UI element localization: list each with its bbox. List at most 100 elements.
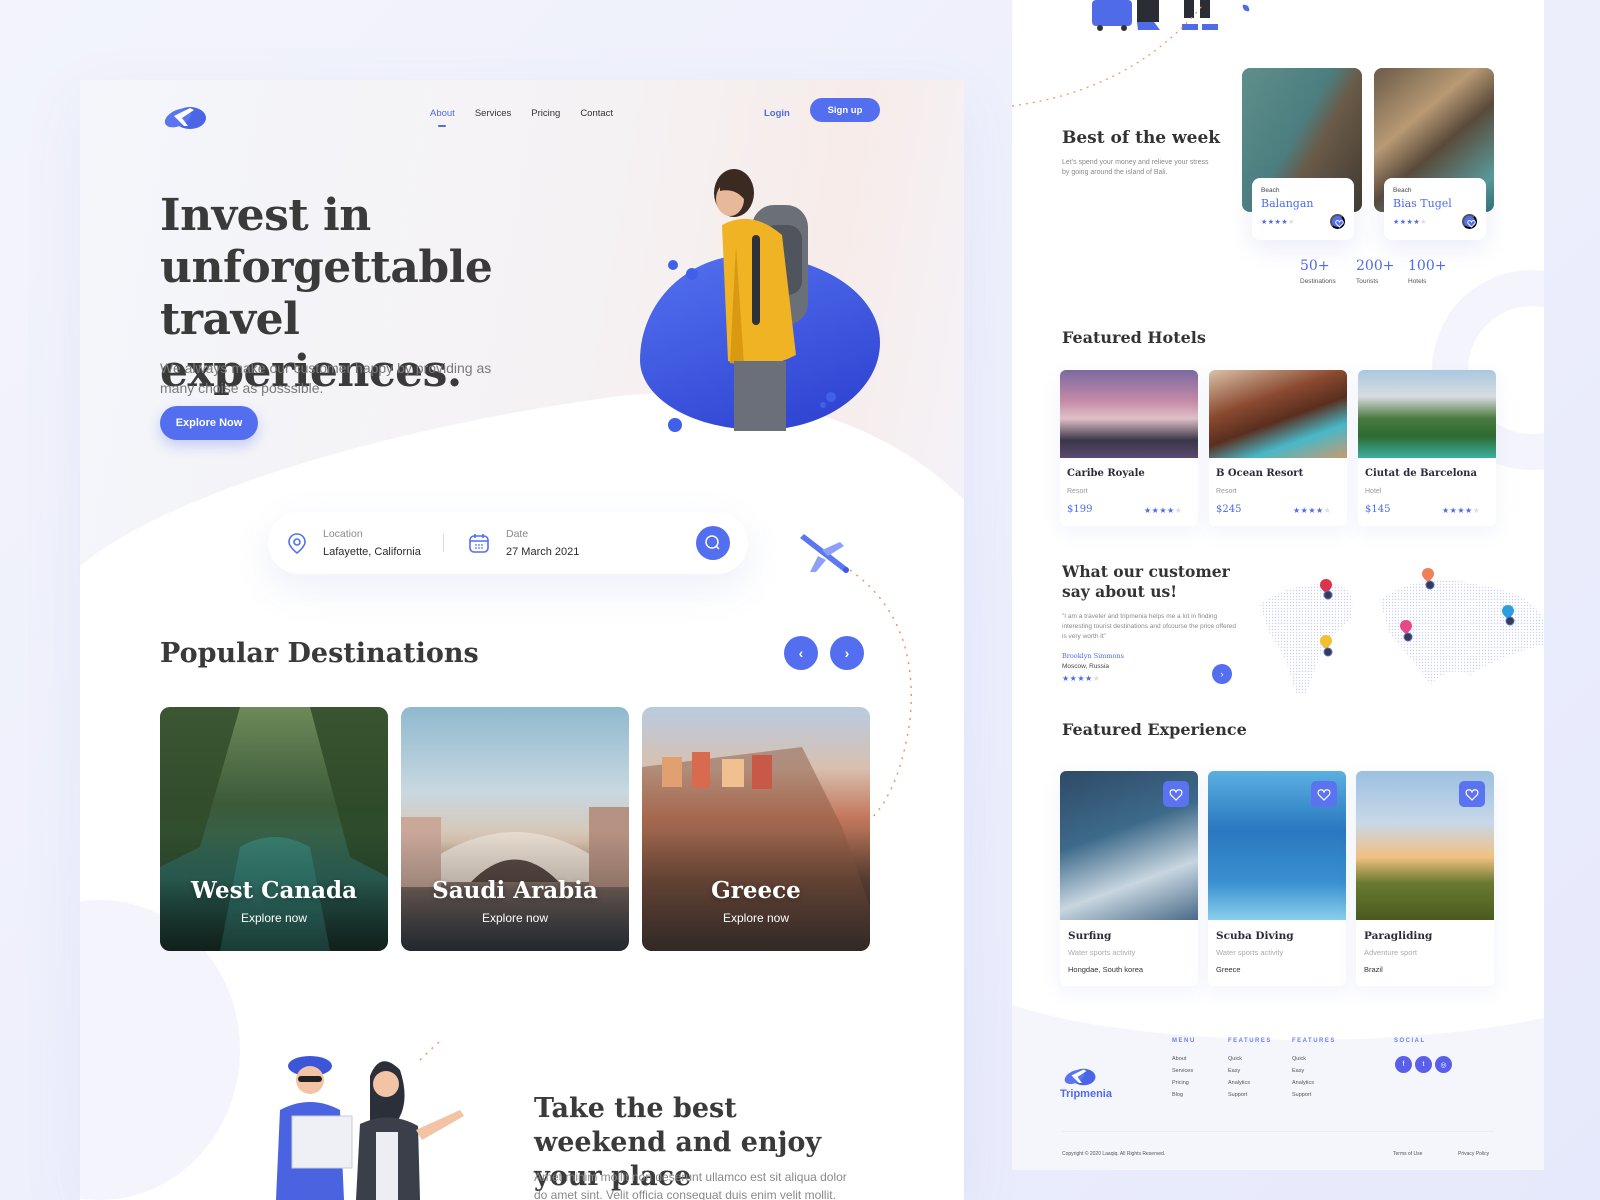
footer-link[interactable]: Blog bbox=[1172, 1092, 1196, 1098]
experience-type: Adventure sport bbox=[1364, 948, 1417, 957]
footer-link[interactable]: Easy bbox=[1292, 1068, 1336, 1074]
popular-destinations-title: Popular Destinations bbox=[160, 638, 479, 669]
footer-link[interactable]: Analytics bbox=[1292, 1080, 1336, 1086]
nav-pricing[interactable]: Pricing bbox=[531, 108, 560, 119]
explore-now-button[interactable]: Explore Now bbox=[160, 406, 258, 440]
footer-link[interactable]: Analytics bbox=[1228, 1080, 1272, 1086]
customer-name: Brooklyn Simmons bbox=[1062, 652, 1124, 660]
couple-map-illustration bbox=[276, 1040, 464, 1200]
traveler-illustration bbox=[714, 169, 808, 431]
footer-link[interactable]: Pricing bbox=[1172, 1080, 1196, 1086]
footer-link[interactable]: Quick bbox=[1228, 1056, 1272, 1062]
experience-name: Surfing bbox=[1068, 930, 1112, 942]
date-label: Date bbox=[506, 528, 529, 540]
login-link[interactable]: Login bbox=[764, 108, 790, 119]
experience-type: Water sports activity bbox=[1068, 948, 1136, 957]
privacy-link[interactable]: Privacy Policy bbox=[1458, 1151, 1489, 1157]
hotel-name: Ciutat de Barcelona bbox=[1365, 468, 1477, 479]
stat-value: 200+ bbox=[1356, 258, 1395, 274]
favorite-button[interactable] bbox=[1311, 781, 1337, 807]
stat-value: 50+ bbox=[1300, 258, 1330, 274]
footer-link[interactable]: Quick bbox=[1292, 1056, 1336, 1062]
footer-features-column: FEATURES Quick Easy Analytics Support bbox=[1228, 1038, 1272, 1104]
date-field[interactable]: 27 March 2021 bbox=[506, 546, 579, 558]
b-ocean-resort-photo bbox=[1209, 370, 1347, 458]
search-icon bbox=[705, 535, 720, 550]
stat-value: 100+ bbox=[1408, 258, 1447, 274]
location-field[interactable]: Lafayette, California bbox=[323, 546, 421, 558]
experience-card[interactable]: Surfing Water sports activity Hongdae, S… bbox=[1060, 771, 1198, 986]
logo-icon[interactable] bbox=[160, 98, 208, 130]
footer-link[interactable]: Easy bbox=[1228, 1068, 1272, 1074]
hotel-name: B Ocean Resort bbox=[1216, 468, 1304, 479]
favorite-button[interactable] bbox=[1459, 781, 1485, 807]
stat-label: Hotels bbox=[1408, 278, 1427, 285]
hotel-type: Hotel bbox=[1365, 488, 1382, 495]
terms-link[interactable]: Terms of Use bbox=[1393, 1151, 1422, 1157]
hotel-type: Resort bbox=[1067, 488, 1088, 495]
search-button[interactable] bbox=[696, 526, 730, 560]
star-rating: ★★★★★ bbox=[1261, 219, 1295, 226]
experience-card[interactable]: Paragliding Adventure sport Brazil bbox=[1356, 771, 1494, 986]
experience-location: Hongdae, South korea bbox=[1068, 965, 1144, 974]
favorite-button[interactable] bbox=[1330, 214, 1345, 229]
stat-label: Tourists bbox=[1356, 278, 1379, 285]
footer-column-heading: MENU bbox=[1172, 1038, 1196, 1044]
stat-destinations: 50+ Destinations bbox=[1300, 258, 1336, 285]
testimonial-quote: "I am a traveler and tripmenia helps me … bbox=[1062, 613, 1237, 640]
footer-logo-icon[interactable] bbox=[1060, 1062, 1098, 1086]
nav-about[interactable]: About bbox=[430, 108, 455, 127]
experience-card[interactable]: Scuba Diving Water sports activity Greec… bbox=[1208, 771, 1346, 986]
destination-name: Greece bbox=[711, 877, 801, 904]
place-card[interactable]: Beach Bias Tugel ★★★★★ bbox=[1384, 178, 1486, 240]
hotel-card[interactable]: Ciutat de Barcelona Hotel $145 ★★★★★ bbox=[1358, 370, 1496, 526]
dot-decoration bbox=[668, 418, 682, 432]
footer-column-heading: FEATURES bbox=[1228, 1038, 1272, 1044]
explore-now-link[interactable]: Explore now bbox=[160, 911, 388, 925]
featured-hotels-title: Featured Hotels bbox=[1062, 328, 1206, 347]
world-map bbox=[1260, 568, 1544, 695]
explore-now-link[interactable]: Explore now bbox=[401, 911, 629, 925]
detail-page: Best of the week Let's spend your money … bbox=[1012, 0, 1544, 1170]
footer-social-column: SOCIAL bbox=[1394, 1038, 1426, 1056]
footer-link[interactable]: About bbox=[1172, 1056, 1196, 1062]
star-rating: ★★★★★ bbox=[1062, 674, 1101, 683]
favorite-button[interactable] bbox=[1462, 214, 1477, 229]
heart-icon bbox=[1465, 789, 1479, 801]
facebook-icon[interactable]: f bbox=[1395, 1056, 1412, 1073]
star-rating: ★★★★★ bbox=[1393, 219, 1427, 226]
dot-decoration bbox=[668, 260, 678, 270]
next-testimonial-button[interactable]: › bbox=[1212, 664, 1232, 684]
footer-link[interactable]: Support bbox=[1292, 1092, 1336, 1098]
explore-now-link[interactable]: Explore now bbox=[642, 911, 870, 925]
hotel-card[interactable]: Caribe Royale Resort $199 ★★★★★ bbox=[1060, 370, 1198, 526]
destination-card[interactable]: West Canada Explore now bbox=[160, 707, 388, 951]
instagram-icon[interactable]: ◎ bbox=[1435, 1056, 1452, 1073]
destination-card[interactable]: Saudi Arabia Explore now bbox=[401, 707, 629, 951]
experience-type: Water sports activity bbox=[1216, 948, 1284, 957]
next-arrow-button[interactable]: › bbox=[830, 636, 864, 670]
footer-link[interactable]: Support bbox=[1228, 1092, 1272, 1098]
stat-tourists: 200+ Tourists bbox=[1356, 258, 1394, 285]
hotel-card[interactable]: B Ocean Resort Resort $245 ★★★★★ bbox=[1209, 370, 1347, 526]
copyright-text: Copyright © 2020 Laaqiq. All Rights Rese… bbox=[1062, 1151, 1166, 1157]
destination-card[interactable]: Greece Explore now bbox=[642, 707, 870, 951]
hotel-name: Caribe Royale bbox=[1067, 468, 1145, 479]
favorite-button[interactable] bbox=[1163, 781, 1189, 807]
footer-link[interactable]: Services bbox=[1172, 1068, 1196, 1074]
nav-services[interactable]: Services bbox=[475, 108, 511, 119]
signup-button[interactable]: Sign up bbox=[810, 98, 880, 122]
nav-contact[interactable]: Contact bbox=[580, 108, 613, 119]
testimonial-title: What our customer say about us! bbox=[1062, 562, 1230, 601]
search-divider bbox=[443, 534, 444, 552]
caribe-royale-photo bbox=[1060, 370, 1198, 458]
footer-divider bbox=[1062, 1131, 1494, 1132]
footer-column-heading: SOCIAL bbox=[1394, 1038, 1426, 1044]
place-card[interactable]: Beach Balangan ★★★★★ bbox=[1252, 178, 1354, 240]
heart-icon bbox=[1317, 789, 1331, 801]
nav-links: About Services Pricing Contact bbox=[430, 108, 613, 127]
dotted-path-decoration bbox=[1012, 5, 1203, 107]
star-rating: ★★★★★ bbox=[1293, 506, 1332, 515]
prev-arrow-button[interactable]: ‹ bbox=[784, 636, 818, 670]
twitter-icon[interactable]: t bbox=[1415, 1056, 1432, 1073]
